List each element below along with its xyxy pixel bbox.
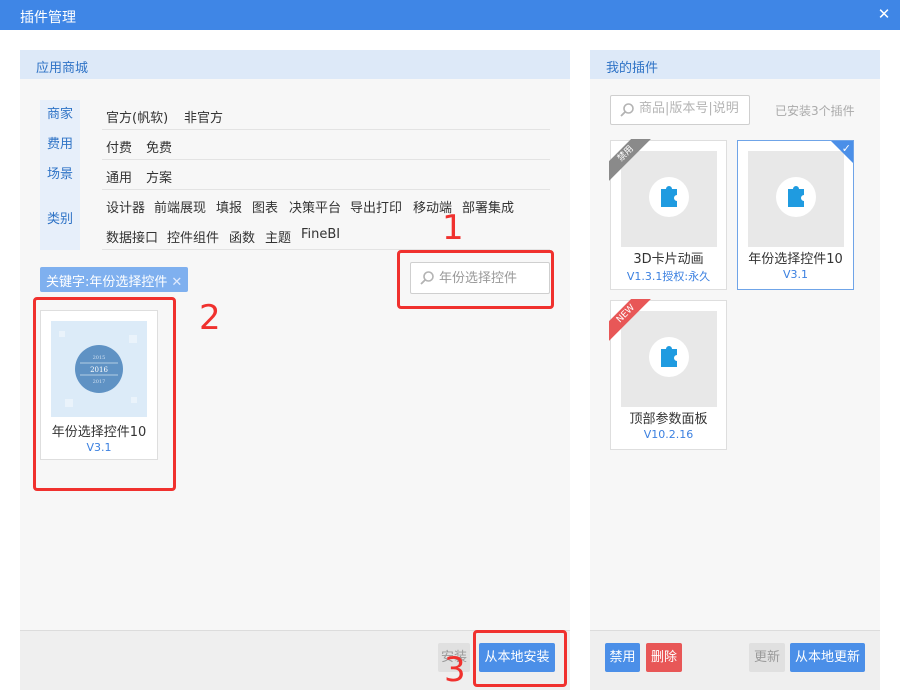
filter-cat-fill[interactable]: 填报 <box>216 197 242 216</box>
my-plugins-footer: 禁用 删除 更新 从本地更新 <box>590 630 880 690</box>
app-store-header: 应用商城 <box>20 50 570 79</box>
new-badge: NEW <box>609 299 657 347</box>
filter-key-fee: 费用 <box>40 130 80 160</box>
plugin-version: V3.1 <box>782 268 809 281</box>
filter-row-vendor: 商家 官方(帆软) 非官方 <box>40 100 550 130</box>
check-icon: ✓ <box>841 142 851 155</box>
annotation-step-3: 3 <box>444 650 466 690</box>
filter-cat-designer[interactable]: 设计器 <box>106 197 145 216</box>
plugin-version: V10.2.16 <box>643 428 694 441</box>
filter-cat-chart[interactable]: 图表 <box>252 197 278 216</box>
my-plugins-search-box[interactable] <box>610 95 750 125</box>
filter-vendor-unofficial[interactable]: 非官方 <box>184 107 223 126</box>
keyword-tag-label: 关键字:年份选择控件 <box>46 275 168 290</box>
filter-key-scene: 场景 <box>40 160 80 190</box>
plugin-name: 年份选择控件10 <box>748 252 843 267</box>
filter-scene-solution[interactable]: 方案 <box>146 167 172 186</box>
filter-row-scene: 场景 通用 方案 <box>40 160 550 190</box>
search-icon <box>620 103 634 117</box>
filter-row-category: 类别 设计器 前端展现 填报 图表 决策平台 导出打印 移动端 部署集成 数据接… <box>40 190 550 250</box>
my-plugins-search-input[interactable] <box>639 101 745 116</box>
filter-key-category: 类别 <box>40 190 80 250</box>
my-plugins-panel: 我的插件 已安装3个插件 禁用 3D卡片动画 V1.3.1授权:永久 ✓ <box>590 50 880 690</box>
filter-cat-theme[interactable]: 主题 <box>265 227 291 246</box>
filter-cat-deploy[interactable]: 部署集成 <box>462 197 514 216</box>
filter-cat-finebi[interactable]: FineBI <box>301 227 340 242</box>
annotation-box-1 <box>397 250 554 309</box>
delete-button[interactable]: 删除 <box>646 643 682 672</box>
filter-fee-free[interactable]: 免费 <box>146 137 172 156</box>
plugin-name: 3D卡片动画 <box>633 252 704 267</box>
annotation-step-2: 2 <box>199 298 221 338</box>
plugin-card-top-param-panel[interactable]: NEW 顶部参数面板 V10.2.16 <box>609 299 727 450</box>
plugin-card-year-selector[interactable]: ✓ 年份选择控件10 V3.1 <box>737 140 854 290</box>
update-local-button[interactable]: 从本地更新 <box>790 643 865 672</box>
title-bar: 插件管理 ✕ <box>0 0 900 30</box>
disable-button[interactable]: 禁用 <box>605 643 640 672</box>
puzzle-icon <box>748 151 844 247</box>
filter-cat-platform[interactable]: 决策平台 <box>289 197 341 216</box>
filter-scene-general[interactable]: 通用 <box>106 167 132 186</box>
disabled-badge: 禁用 <box>609 139 657 187</box>
filter-cat-function[interactable]: 函数 <box>229 227 255 246</box>
my-plugins-header: 我的插件 <box>590 50 880 79</box>
filter-cat-data-interface[interactable]: 数据接口 <box>106 227 158 246</box>
filter-vendor-official[interactable]: 官方(帆软) <box>106 107 168 126</box>
filter-cat-frontend[interactable]: 前端展现 <box>154 197 206 216</box>
filter-cat-widget[interactable]: 控件组件 <box>167 227 219 246</box>
window-title: 插件管理 <box>20 10 76 26</box>
plugin-version: V1.3.1授权:永久 <box>626 270 711 283</box>
plugin-name: 顶部参数面板 <box>629 412 708 427</box>
filter-fee-paid[interactable]: 付费 <box>106 137 132 156</box>
plugin-card-3d-card[interactable]: 禁用 3D卡片动画 V1.3.1授权:永久 <box>609 139 727 290</box>
remove-keyword-icon[interactable]: ✕ <box>171 275 182 290</box>
filter-cat-export[interactable]: 导出打印 <box>350 197 402 216</box>
keyword-tag: 关键字:年份选择控件 ✕ <box>40 267 189 292</box>
installed-count: 已安装3个插件 <box>775 104 855 118</box>
filter-key-vendor: 商家 <box>40 100 80 130</box>
update-button[interactable]: 更新 <box>749 643 785 672</box>
annotation-box-2 <box>33 297 176 491</box>
annotation-box-3 <box>473 630 567 687</box>
plugin-thumbnail <box>748 151 844 247</box>
filter-row-fee: 费用 付费 免费 <box>40 130 550 160</box>
close-icon[interactable]: ✕ <box>876 6 892 22</box>
annotation-step-1: 1 <box>442 208 464 248</box>
